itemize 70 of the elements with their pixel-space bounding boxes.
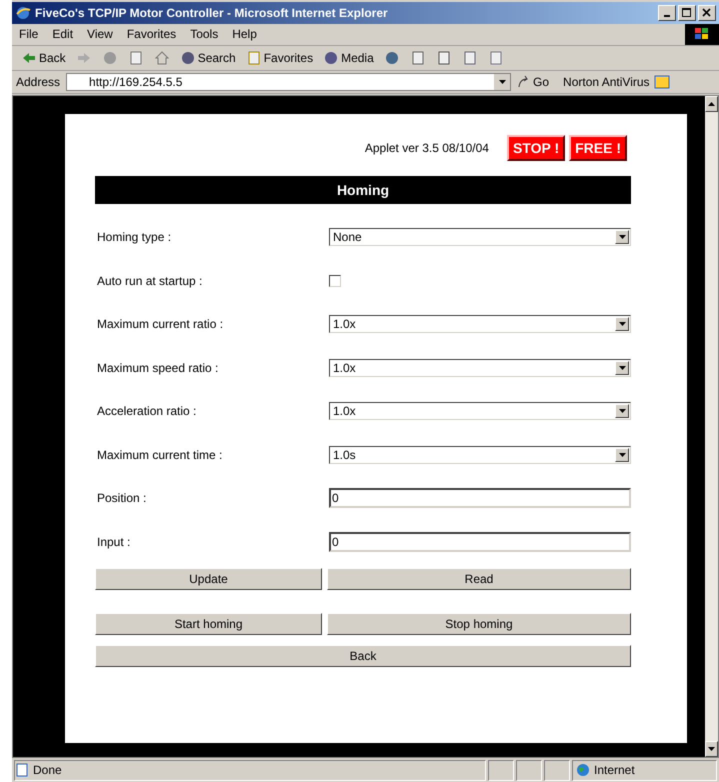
input-field[interactable]: 0: [329, 532, 631, 552]
toolbar-icon: [410, 50, 426, 66]
status-pane: [488, 760, 514, 781]
security-zone: Internet: [572, 760, 717, 781]
status-pane: [544, 760, 570, 781]
globe-icon: [576, 763, 590, 778]
toolbar-icon: [323, 50, 340, 66]
toolbar-icon: [102, 50, 118, 66]
browser-logo-icon: [15, 4, 31, 21]
toolbar-icon: [488, 50, 504, 66]
menu-item[interactable]: Help: [225, 27, 264, 42]
action-button[interactable]: Update: [95, 568, 322, 590]
applet-version: Applet ver 3.5 08/10/04: [364, 140, 489, 155]
dropdown[interactable]: 1.0x: [329, 315, 631, 334]
field-label: Position :: [96, 491, 148, 506]
action-button[interactable]: Back: [95, 644, 631, 667]
field-label: Maximum speed ratio :: [96, 360, 220, 375]
action-button[interactable]: Start homing: [95, 612, 322, 635]
field-label: Maximum current time :: [96, 448, 224, 462]
windows-logo-icon: [685, 24, 719, 45]
field-label: Input :: [96, 534, 132, 549]
field-label: Auto run at startup :: [96, 274, 204, 288]
menu-item[interactable]: Favorites: [120, 27, 184, 42]
dropdown[interactable]: None: [329, 228, 631, 246]
menu-item[interactable]: View: [80, 27, 120, 42]
action-button[interactable]: Stop homing: [327, 612, 631, 635]
toolbar-icon: [436, 50, 452, 66]
status-text: Done: [14, 760, 486, 781]
toolbar-button[interactable]: Media: [320, 48, 377, 67]
close-button[interactable]: [698, 4, 716, 21]
input-field[interactable]: 0: [329, 488, 631, 508]
scroll-down-icon: [708, 747, 715, 752]
field-label: Maximum current ratio :: [96, 317, 224, 332]
field-label: Homing type :: [96, 230, 172, 244]
page-icon: [15, 763, 29, 778]
action-button[interactable]: Read: [327, 568, 631, 590]
dropdown[interactable]: 1.0s: [329, 446, 631, 464]
vertical-scrollbar[interactable]: [705, 96, 718, 758]
scroll-up-icon: [708, 102, 715, 106]
checkbox[interactable]: [329, 274, 341, 287]
minimize-button[interactable]: [658, 4, 676, 21]
window-title: FiveCo's TCP/IP Motor Controller - Microsoft Internet Explorer: [35, 6, 389, 20]
address-field[interactable]: http://169.254.5.5: [66, 72, 512, 91]
toolbar-icon: [462, 50, 478, 66]
norton-icon: [654, 74, 670, 89]
maximize-icon: [682, 8, 692, 18]
dropdown[interactable]: 1.0x: [329, 358, 631, 377]
dropdown[interactable]: 1.0x: [329, 402, 631, 420]
search-icon: [180, 50, 196, 66]
field-label: Acceleration ratio :: [96, 404, 198, 418]
close-icon: [702, 8, 712, 18]
toolbar-icon: [246, 50, 262, 66]
toolbar-button[interactable]: Back: [18, 48, 69, 67]
status-pane: [516, 760, 542, 781]
section-heading: Homing: [95, 176, 631, 204]
menu-item[interactable]: Edit: [45, 27, 80, 42]
toolbar-button[interactable]: Search: [176, 48, 239, 67]
menu-item[interactable]: File: [12, 27, 46, 42]
maximize-button[interactable]: [678, 4, 696, 21]
toolbar-icon: [384, 50, 400, 66]
minimize-icon: [664, 14, 670, 17]
toolbar-icon: [128, 50, 144, 66]
toolbar-button[interactable]: Favorites: [242, 48, 316, 67]
go-button[interactable]: Go: [517, 74, 550, 89]
emergency-button[interactable]: FREE !: [569, 134, 627, 161]
toolbar-icon: [154, 50, 170, 66]
norton-toolbar-button[interactable]: Norton AntiVirus: [563, 74, 670, 89]
emergency-button[interactable]: STOP !: [506, 134, 566, 161]
menu-item[interactable]: Tools: [183, 27, 226, 42]
address-label: Address: [16, 74, 60, 89]
